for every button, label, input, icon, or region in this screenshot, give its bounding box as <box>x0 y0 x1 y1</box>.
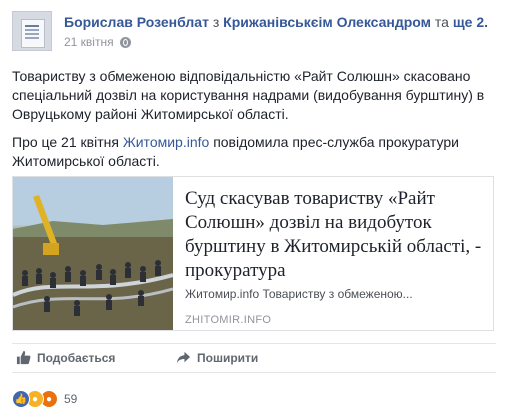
tagged-person[interactable]: Крижанівськєім Олександром <box>223 14 431 30</box>
share-arrow-icon <box>176 350 191 365</box>
share-label: Поширити <box>197 350 259 365</box>
post-card: Борислав Розенблат з Крижанівськєім Олек… <box>0 0 507 419</box>
shared-link-body: Суд скасував товариству «Райт Солюшн» до… <box>185 187 483 326</box>
source-link[interactable]: Житомир.info <box>123 134 209 150</box>
paragraph-2-before: Про це 21 квітня <box>12 134 119 150</box>
thumbs-up-icon <box>16 350 31 365</box>
reactions-count[interactable]: 59 <box>64 392 77 406</box>
post-text: Товариству з обмеженою відповідальністю … <box>12 67 496 180</box>
share-button[interactable]: Поширити <box>176 350 258 365</box>
globe-icon <box>119 36 131 48</box>
reactions-summary[interactable]: 👍 ● ● 59 <box>12 389 77 409</box>
others-link[interactable]: ще 2. <box>453 14 488 30</box>
link-thumbnail[interactable] <box>13 177 173 330</box>
post-paragraph-1: Товариству з обмеженою відповідальністю … <box>12 68 485 122</box>
author-line: Борислав Розенблат з Крижанівськєім Олек… <box>64 14 488 30</box>
with-text: з <box>212 14 220 30</box>
shared-link-card[interactable]: Суд скасував товариству «Райт Солюшн» до… <box>12 176 494 331</box>
post-header: Борислав Розенблат з Крижанівськєім Олек… <box>12 8 497 54</box>
document-icon <box>21 19 45 48</box>
shared-link-title[interactable]: Суд скасував товариству «Райт Солюшн» до… <box>185 187 483 283</box>
post-meta: 21 квітня <box>64 35 131 49</box>
avatar[interactable] <box>12 11 52 51</box>
like-button[interactable]: Подобається <box>16 350 115 365</box>
post-actions: Подобається Поширити <box>12 343 496 373</box>
post-paragraph-2: Про це 21 квітня Житомир.info повідомила… <box>12 133 496 171</box>
author-name[interactable]: Борислав Розенблат <box>64 14 209 30</box>
post-date[interactable]: 21 квітня <box>64 35 114 49</box>
and-text: та <box>434 14 449 30</box>
like-label: Подобається <box>37 350 116 365</box>
shared-link-domain: ZHITOMIR.INFO <box>185 314 272 326</box>
shared-link-description: Житомир.info Товариству з обмеженою... <box>185 287 413 301</box>
like-icon: 👍 <box>12 390 30 408</box>
